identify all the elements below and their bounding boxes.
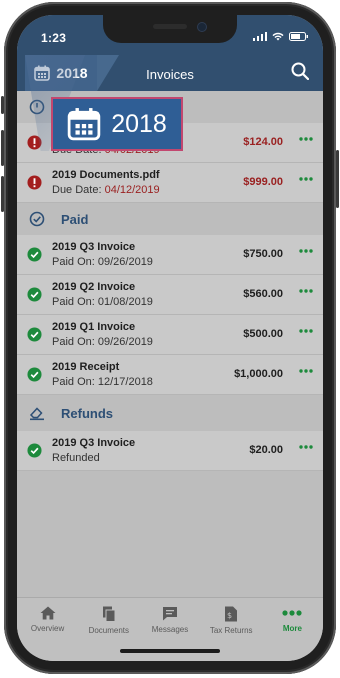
item-amount: $750.00 [243, 248, 283, 260]
check-icon [27, 247, 42, 262]
list-item[interactable]: 2019 Q3 Invoice Paid On: 09/26/2019 $750… [17, 235, 323, 275]
check-icon [27, 287, 42, 302]
item-subline: Refunded [52, 452, 100, 464]
item-subline: Paid On: 09/26/2019 [52, 336, 153, 348]
tab-more[interactable]: More [262, 598, 323, 661]
phone-screen: 1:23 Invoices 2018 $124.00 2019 Document… [17, 15, 323, 661]
item-name: 2019 Documents.pdf [52, 169, 160, 181]
year-popup[interactable]: 2018 [51, 97, 183, 151]
check-circle-outline-icon [29, 211, 45, 227]
tax-returns-icon: $ [225, 606, 238, 622]
item-sub-label: Paid On: [52, 256, 95, 268]
item-amount: $999.00 [243, 176, 283, 188]
signal-icon [253, 32, 267, 41]
messages-icon [163, 607, 177, 621]
item-sub-label: Due Date: [52, 184, 102, 196]
section-title-paid: Paid [61, 211, 89, 227]
list-item[interactable]: 2019 Receipt Paid On: 12/17/2018 $1,000.… [17, 355, 323, 395]
notch [103, 15, 237, 43]
check-icon [27, 443, 42, 458]
item-amount: $124.00 [243, 136, 283, 148]
year-popup-label: 2018 [111, 109, 167, 138]
more-options-icon[interactable] [299, 249, 313, 253]
power-button [336, 150, 339, 208]
battery-icon [289, 32, 308, 41]
item-subline: Paid On: 01/08/2019 [52, 296, 153, 308]
eraser-icon [29, 407, 44, 421]
tab-label: Tax Returns [209, 626, 253, 635]
wifi-icon [272, 32, 284, 41]
status-time: 1:23 [41, 31, 67, 45]
tab-label: Documents [88, 626, 130, 635]
list-item[interactable]: 2019 Documents.pdf Due Date: 04/12/2019 … [17, 163, 323, 203]
list-item[interactable]: 2019 Q1 Invoice Paid On: 09/26/2019 $500… [17, 315, 323, 355]
item-amount: $20.00 [249, 444, 283, 456]
section-title-refunds: Refunds [61, 405, 113, 421]
search-icon[interactable] [291, 62, 309, 80]
item-name: 2019 Q3 Invoice [52, 437, 136, 449]
check-icon [27, 367, 42, 382]
list-item[interactable]: 2019 Q2 Invoice Paid On: 01/08/2019 $560… [17, 275, 323, 315]
item-subline: Paid On: 09/26/2019 [52, 256, 153, 268]
item-amount: $1,000.00 [234, 368, 283, 380]
item-amount: $500.00 [243, 328, 283, 340]
item-sub-label: Paid On: [52, 376, 95, 388]
home-icon [40, 606, 56, 620]
item-date: 04/12/2019 [104, 184, 160, 196]
mute-switch [1, 96, 4, 114]
item-date: 09/26/2019 [97, 336, 153, 348]
more-options-icon[interactable] [299, 177, 313, 181]
volume-up-button [1, 130, 4, 166]
item-sub-label: Refunded [52, 452, 100, 464]
front-camera [198, 23, 206, 31]
more-options-icon[interactable] [299, 369, 313, 373]
home-indicator[interactable] [120, 649, 220, 653]
item-name: 2019 Q2 Invoice [52, 281, 136, 293]
section-header-paid: Paid [17, 203, 323, 235]
item-date: 09/26/2019 [97, 256, 153, 268]
more-options-icon[interactable] [299, 289, 313, 293]
item-subline: Paid On: 12/17/2018 [52, 376, 153, 388]
tab-label: Overview [30, 624, 65, 633]
item-name: 2019 Q1 Invoice [52, 321, 136, 333]
list-item[interactable]: 2019 Q3 Invoice Refunded $20.00 [17, 431, 323, 471]
svg-text:$: $ [227, 611, 232, 620]
item-subline: Due Date: 04/12/2019 [52, 184, 160, 196]
more-options-icon[interactable] [299, 329, 313, 333]
tab-label: Messages [151, 625, 189, 634]
documents-icon [102, 606, 116, 622]
tab-label: More [282, 624, 302, 633]
more-icon [282, 610, 303, 616]
section-header-refunds: Refunds [17, 395, 323, 431]
more-options-icon[interactable] [299, 445, 313, 449]
check-icon [27, 327, 42, 342]
item-sub-label: Paid On: [52, 336, 95, 348]
invoice-list: Due Date: 04/02/2019 $124.00 2019 Docume… [17, 91, 323, 597]
item-name: 2019 Q3 Invoice [52, 241, 136, 253]
item-name: 2019 Receipt [52, 361, 120, 373]
volume-down-button [1, 176, 4, 212]
item-amount: $560.00 [243, 288, 283, 300]
item-date: 12/17/2018 [97, 376, 153, 388]
item-date: 01/08/2019 [97, 296, 153, 308]
calendar-icon [67, 108, 101, 141]
status-icons [253, 32, 309, 41]
tab-overview[interactable]: Overview [17, 598, 78, 661]
speaker [153, 24, 187, 29]
more-options-icon[interactable] [299, 137, 313, 141]
alert-icon [27, 175, 42, 190]
item-sub-label: Paid On: [52, 296, 95, 308]
